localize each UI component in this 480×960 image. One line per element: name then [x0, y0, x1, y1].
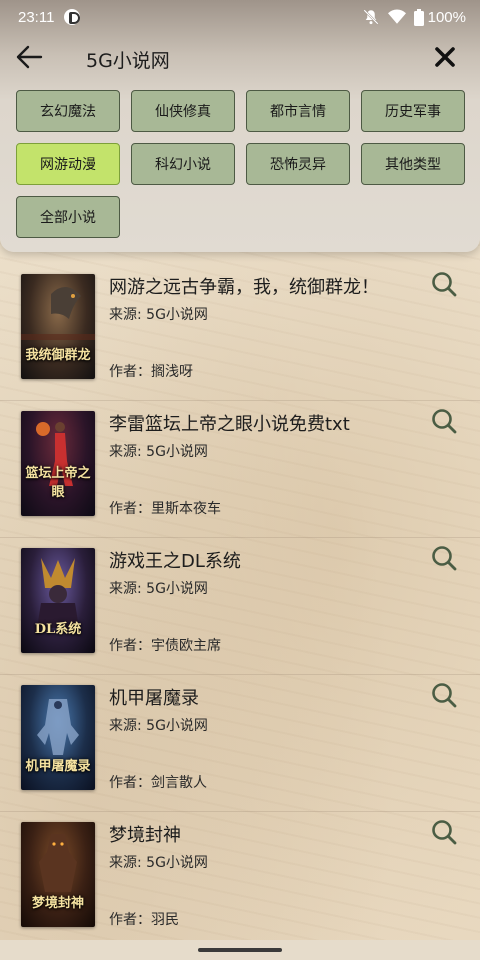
book-search-button[interactable]	[430, 272, 458, 300]
back-button[interactable]	[12, 42, 46, 76]
book-cover: 我统御群龙	[21, 274, 95, 379]
book-cover-text: 篮坛上帝之眼	[25, 466, 91, 500]
book-item[interactable]: 篮坛上帝之眼 李雷篮坛上帝之眼小说免费txt 来源: 5G小说网 作者：里斯本夜…	[0, 401, 480, 538]
book-cover: 篮坛上帝之眼	[21, 411, 95, 516]
book-author: 作者：搁浅呀	[109, 364, 193, 380]
status-bar: 23:11 100%	[0, 0, 480, 34]
battery-percent: 100%	[427, 8, 466, 26]
book-search-button[interactable]	[430, 409, 458, 437]
category-chip-qita[interactable]: 其他类型	[361, 143, 465, 185]
book-title[interactable]: 游戏王之DL系统	[109, 547, 241, 573]
close-icon	[434, 46, 456, 72]
book-cover-text: DL系统	[34, 622, 82, 637]
book-source: 来源: 5G小说网	[109, 444, 208, 460]
category-chip-kehuan[interactable]: 科幻小说	[131, 143, 235, 185]
search-icon	[431, 682, 457, 712]
book-cover: 机甲屠魔录	[21, 685, 95, 790]
book-item[interactable]: 我统御群龙 网游之远古争霸，我，统御群龙！ 来源: 5G小说网 作者：搁浅呀	[0, 264, 480, 401]
search-icon	[431, 819, 457, 849]
book-author: 作者：剑言散人	[109, 775, 207, 791]
category-chip-xuanhuan[interactable]: 玄幻魔法	[16, 90, 120, 132]
home-gesture-handle[interactable]	[198, 948, 282, 952]
category-chip-lishi[interactable]: 历史军事	[361, 90, 465, 132]
book-source: 来源: 5G小说网	[109, 581, 208, 597]
battery-icon	[413, 8, 424, 26]
book-search-button[interactable]	[430, 546, 458, 574]
book-author: 作者：里斯本夜车	[109, 501, 221, 517]
app-notification-icon	[64, 9, 81, 25]
book-item[interactable]: 机甲屠魔录 机甲屠魔录 来源: 5G小说网 作者：剑言散人	[0, 675, 480, 812]
book-item[interactable]: DL系统 游戏王之DL系统 来源: 5G小说网 作者：宇债欧主席	[0, 538, 480, 675]
book-author: 作者：羽民	[109, 912, 179, 928]
navigation-bar	[0, 940, 480, 960]
mute-icon	[362, 8, 380, 26]
book-title[interactable]: 李雷篮坛上帝之眼小说免费txt	[109, 410, 350, 436]
search-icon	[431, 408, 457, 438]
search-icon	[431, 545, 457, 575]
category-chips: 玄幻魔法 仙侠修真 都市言情 历史军事 网游动漫 科幻小说 恐怖灵异 其他类型 …	[16, 90, 466, 238]
category-chip-quanbu[interactable]: 全部小说	[16, 196, 120, 238]
book-item[interactable]: 梦境封神 梦境封神 来源: 5G小说网 作者：羽民	[0, 812, 480, 949]
book-search-button[interactable]	[430, 683, 458, 711]
book-title[interactable]: 梦境封神	[109, 821, 181, 847]
search-icon	[431, 271, 457, 301]
search-query-text[interactable]: 5G小说网	[86, 46, 170, 73]
book-title[interactable]: 网游之远古争霸，我，统御群龙！	[109, 273, 379, 299]
book-author: 作者：宇债欧主席	[109, 638, 221, 654]
book-search-button[interactable]	[430, 820, 458, 848]
category-chip-wangyou[interactable]: 网游动漫	[16, 143, 120, 185]
book-cover: 梦境封神	[21, 822, 95, 927]
book-cover-text: 我统御群龙	[25, 348, 91, 363]
book-source: 来源: 5G小说网	[109, 855, 208, 871]
status-time: 23:11	[18, 8, 55, 26]
close-button[interactable]	[430, 44, 460, 74]
book-cover-text: 机甲屠魔录	[25, 759, 91, 774]
category-chip-kongbu[interactable]: 恐怖灵异	[246, 143, 350, 185]
wifi-icon	[387, 9, 406, 25]
book-cover-text: 梦境封神	[31, 896, 84, 911]
book-title[interactable]: 机甲屠魔录	[109, 684, 199, 710]
book-cover: DL系统	[21, 548, 95, 653]
arrow-left-icon	[15, 45, 43, 73]
book-source: 来源: 5G小说网	[109, 718, 208, 734]
book-source: 来源: 5G小说网	[109, 307, 208, 323]
book-list: 我统御群龙 网游之远古争霸，我，统御群龙！ 来源: 5G小说网 作者：搁浅呀 篮…	[0, 264, 480, 949]
category-chip-dushi[interactable]: 都市言情	[246, 90, 350, 132]
category-chip-xianxia[interactable]: 仙侠修真	[131, 90, 235, 132]
search-toolbar: 5G小说网	[0, 36, 480, 80]
